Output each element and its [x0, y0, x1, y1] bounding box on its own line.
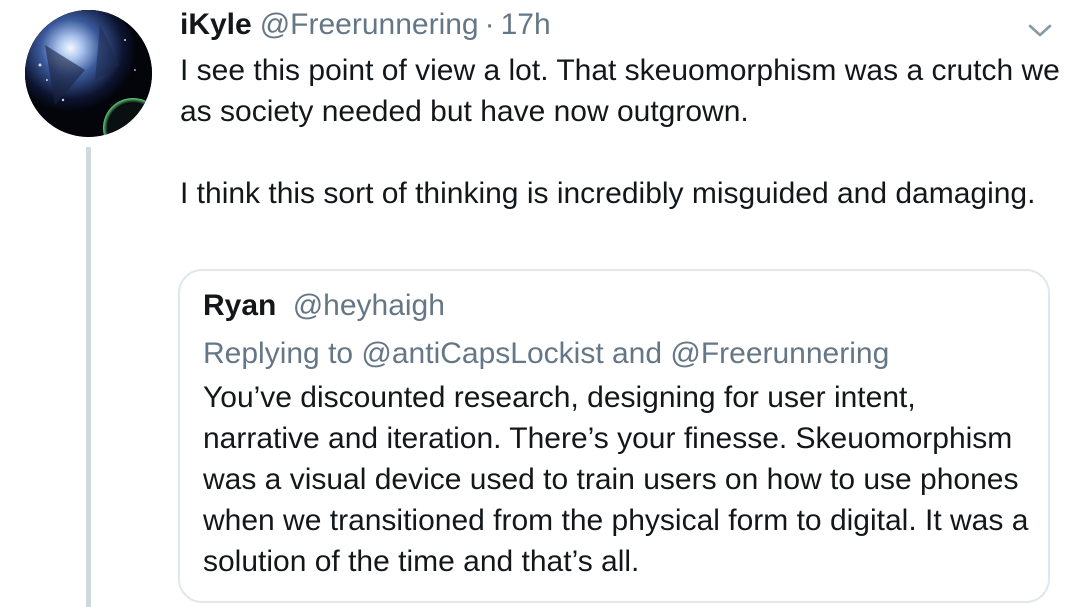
quoted-tweet-header: Ryan @heyhaigh [203, 285, 445, 327]
quoted-author-handle: @heyhaigh [292, 289, 445, 322]
chevron-down-icon[interactable] [1027, 20, 1053, 40]
timestamp[interactable]: 17h [501, 4, 551, 46]
avatar[interactable] [25, 10, 152, 137]
author-handle[interactable]: @Freerunnering [260, 4, 479, 46]
quoted-tweet-card[interactable]: Ryan @heyhaigh Replying to @antiCapsLock… [178, 269, 1050, 603]
tweet-header: iKyle @Freerunnering · 17h [180, 4, 551, 46]
tweet-view: iKyle @Freerunnering · 17h I see this po… [0, 0, 1080, 607]
tweet-paragraph-1: I see this point of view a lot. That ske… [180, 54, 1060, 128]
author-name[interactable]: iKyle [180, 4, 252, 46]
separator-dot: · [484, 8, 495, 41]
thread-line [86, 147, 91, 607]
tweet-text: I see this point of view a lot. That ske… [180, 50, 1065, 214]
quoted-author-name: Ryan [203, 289, 277, 322]
replying-to-line: Replying to @antiCapsLockist and @Freeru… [203, 337, 890, 370]
quoted-tweet-text: You’ve discounted research, designing fo… [203, 381, 1029, 578]
avatar-image [25, 10, 152, 137]
tweet-paragraph-2: I think this sort of thinking is incredi… [180, 177, 1036, 210]
